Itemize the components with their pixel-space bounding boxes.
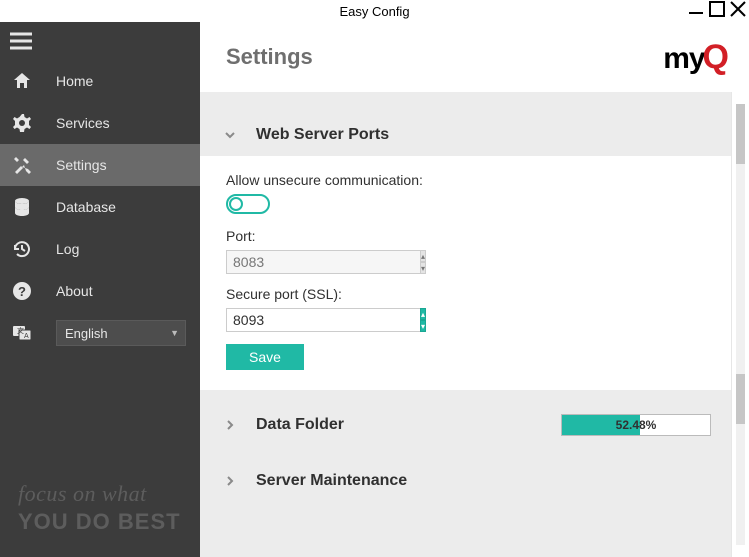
chevron-right-icon	[222, 473, 238, 489]
section-title: Data Folder	[256, 416, 344, 434]
brand-my: my	[663, 42, 704, 76]
data-folder-progress: 52.48%	[561, 414, 711, 436]
section-head-server-maintenance[interactable]: Server Maintenance	[200, 460, 731, 502]
tools-icon	[12, 155, 42, 175]
tagline: focus on what YOU DO BEST	[0, 481, 200, 557]
history-icon	[12, 239, 42, 259]
home-icon	[12, 71, 42, 91]
language-select[interactable]: English ▼	[56, 320, 186, 346]
section-web-server-ports: Web Server Ports Allow unsecure communic…	[200, 114, 731, 390]
section-data-folder: Data Folder 52.48%	[200, 404, 731, 446]
scrollbar[interactable]	[731, 92, 749, 557]
gear-icon	[12, 113, 42, 133]
sidebar-item-label: Services	[42, 115, 110, 131]
sidebar-item-label: Home	[42, 73, 93, 89]
window-title: Easy Config	[339, 4, 409, 19]
close-button[interactable]	[729, 0, 747, 18]
port-input[interactable]	[226, 250, 420, 274]
sidebar-item-services[interactable]: Services	[0, 102, 200, 144]
header: Settings myQ	[200, 22, 749, 92]
save-button[interactable]: Save	[226, 344, 304, 370]
chevron-down-icon	[222, 127, 238, 143]
tagline-line1: focus on what	[18, 481, 200, 507]
brand-logo: myQ	[663, 38, 729, 77]
section-head-web-server-ports[interactable]: Web Server Ports	[200, 114, 731, 156]
svg-text:文: 文	[17, 326, 24, 335]
brand-q: Q	[703, 38, 729, 77]
secure-port-input[interactable]	[226, 308, 420, 332]
language-icon: 文A	[12, 323, 42, 343]
section-title: Web Server Ports	[256, 126, 389, 144]
tagline-line2: YOU DO BEST	[18, 509, 200, 535]
port-label: Port:	[226, 228, 705, 244]
sidebar-item-database[interactable]: Database	[0, 186, 200, 228]
hamburger-menu[interactable]	[0, 22, 200, 60]
database-icon	[12, 197, 42, 217]
chevron-right-icon	[222, 417, 238, 433]
svg-text:A: A	[24, 333, 29, 340]
sidebar-item-label: Settings	[42, 157, 107, 173]
sidebar-item-settings[interactable]: Settings	[0, 144, 200, 186]
titlebar: Easy Config	[0, 0, 749, 22]
sidebar-item-log[interactable]: Log	[0, 228, 200, 270]
section-title: Server Maintenance	[256, 472, 407, 490]
sidebar-item-about[interactable]: ? About	[0, 270, 200, 312]
sidebar-item-home[interactable]: Home	[0, 60, 200, 102]
maximize-button[interactable]	[708, 0, 726, 18]
svg-text:?: ?	[18, 284, 26, 299]
secure-port-spinner[interactable]: ▴▾	[420, 308, 426, 332]
sidebar-item-label: Log	[42, 241, 79, 257]
sidebar-item-label: Database	[42, 199, 116, 215]
port-spinner[interactable]: ▴▾	[420, 250, 426, 274]
sidebar-item-label: About	[42, 283, 93, 299]
section-head-data-folder[interactable]: Data Folder 52.48%	[200, 404, 731, 446]
secure-port-label: Secure port (SSL):	[226, 286, 705, 302]
page-title: Settings	[226, 44, 313, 70]
sidebar: Home Services Settings	[0, 22, 200, 557]
progress-text: 52.48%	[562, 415, 710, 435]
section-server-maintenance: Server Maintenance	[200, 460, 731, 502]
language-selected: English	[65, 326, 108, 341]
allow-unsecure-toggle[interactable]	[226, 194, 270, 214]
allow-unsecure-label: Allow unsecure communication:	[226, 172, 705, 188]
minimize-button[interactable]	[687, 0, 705, 18]
help-icon: ?	[12, 281, 42, 301]
chevron-down-icon: ▼	[170, 328, 179, 338]
